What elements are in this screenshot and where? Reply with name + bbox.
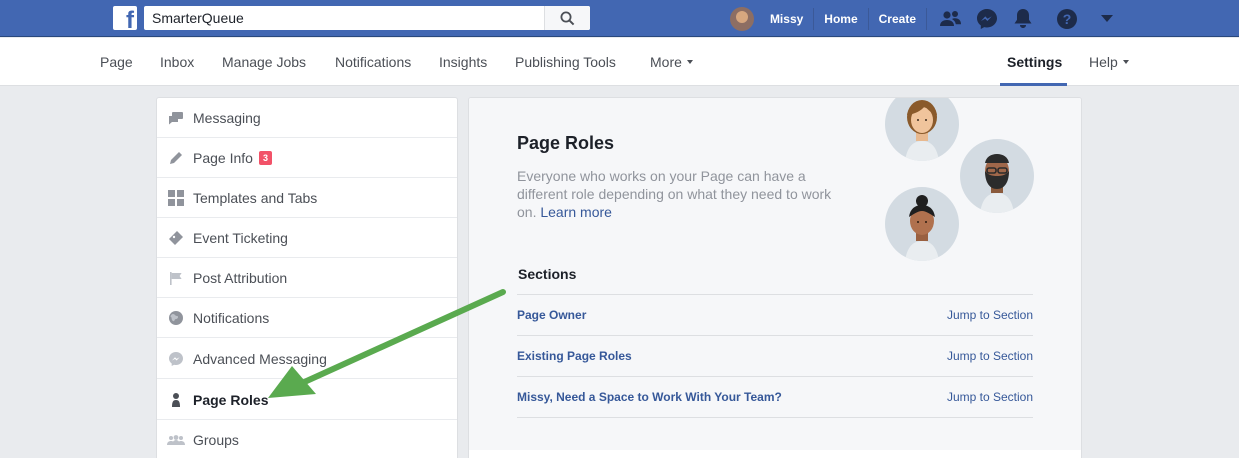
sidebar-item-templates-and-tabs[interactable]: Templates and Tabs <box>157 178 457 218</box>
bearded-man-avatar-illustration-icon <box>960 139 1034 213</box>
section-link-page-owner[interactable]: Page Owner <box>517 308 586 322</box>
svg-text:?: ? <box>1063 11 1072 27</box>
sidebar-item-label: Groups <box>193 432 239 448</box>
notifications-bell-icon[interactable] <box>1011 7 1035 31</box>
caret-down-icon <box>1122 60 1129 65</box>
grid-icon <box>167 189 185 207</box>
caret-down-icon <box>686 60 693 65</box>
tab-settings[interactable]: Settings <box>1007 38 1062 86</box>
sidebar-item-page-roles[interactable]: Page Roles <box>157 380 457 420</box>
notification-count-badge: 3 <box>258 150 272 165</box>
search-input[interactable]: SmarterQueue <box>144 6 544 30</box>
group-icon <box>167 431 185 449</box>
sidebar-item-label: Templates and Tabs <box>193 189 318 206</box>
sidebar-item-label: Notifications <box>193 309 270 326</box>
friend-requests-icon[interactable] <box>939 7 963 31</box>
jump-to-section-link[interactable]: Jump to Section <box>947 390 1033 404</box>
woman-bun-avatar-illustration-icon <box>885 187 959 261</box>
tab-publishing-tools[interactable]: Publishing Tools <box>515 38 616 86</box>
sidebar-item-label: Event Ticketing <box>193 229 288 246</box>
create-link[interactable]: Create <box>869 7 927 30</box>
avatar[interactable] <box>729 6 754 31</box>
page-tabs-bar: Page Inbox Manage Jobs Notifications Ins… <box>0 38 1239 86</box>
sidebar-item-post-attribution[interactable]: Post Attribution <box>157 258 457 298</box>
search-icon <box>560 11 575 25</box>
tab-help-label: Help <box>1089 54 1118 70</box>
search-button[interactable] <box>544 6 590 30</box>
messenger-icon[interactable] <box>975 7 999 31</box>
tab-page[interactable]: Page <box>100 38 133 86</box>
woman-avatar-illustration-icon <box>885 98 959 161</box>
sidebar-item-label: Post Attribution <box>193 269 288 286</box>
search-box: SmarterQueue <box>144 6 590 30</box>
tab-manage-jobs[interactable]: Manage Jobs <box>222 38 306 86</box>
messenger-icon <box>167 350 185 368</box>
sidebar-item-advanced-messaging[interactable]: Advanced Messaging <box>157 339 457 379</box>
page-roles-card: Page Roles Everyone who works on your Pa… <box>468 97 1082 458</box>
sidebar-item-label: Messaging <box>193 109 261 126</box>
learn-more-link[interactable]: Learn more <box>540 204 612 220</box>
tab-inbox[interactable]: Inbox <box>160 38 194 86</box>
tab-more[interactable]: More <box>650 38 693 86</box>
chat-icon <box>167 109 185 127</box>
page-roles-description: Everyone who works on your Page can have… <box>517 167 837 221</box>
page-title: Page Roles <box>517 133 615 153</box>
sidebar-item-label: Advanced Messaging <box>193 350 327 367</box>
flag-icon <box>167 269 185 287</box>
home-link[interactable]: Home <box>814 7 869 30</box>
sidebar-item-messaging[interactable]: Messaging <box>157 98 457 138</box>
jump-to-section-link[interactable]: Jump to Section <box>947 349 1033 363</box>
tab-notifications[interactable]: Notifications <box>335 38 411 86</box>
tab-more-label: More <box>650 54 682 70</box>
ticket-icon <box>167 229 185 247</box>
person-icon <box>167 391 185 409</box>
tab-help[interactable]: Help <box>1089 38 1129 86</box>
active-tab-underline <box>1000 83 1067 86</box>
sidebar-item-groups[interactable]: Groups <box>157 420 457 458</box>
sidebar-item-label: Page Info <box>193 149 253 166</box>
sidebar-item-label: Page Roles <box>193 391 269 408</box>
sections-heading: Sections <box>518 266 577 282</box>
page-roles-intro: Page Roles Everyone who works on your Pa… <box>469 98 1081 450</box>
section-row-team-space: Missy, Need a Space to Work With Your Te… <box>517 376 1033 417</box>
facebook-logo-icon[interactable]: f <box>113 6 137 33</box>
section-row-page-owner: Page Owner Jump to Section <box>517 294 1033 335</box>
profile-link[interactable]: Missy <box>760 7 815 30</box>
section-link-existing-page-roles[interactable]: Existing Page Roles <box>517 349 632 363</box>
top-right-actions: Missy Home Create ? <box>729 0 1239 37</box>
sections-divider <box>517 417 1033 418</box>
pencil-icon <box>167 149 185 167</box>
settings-sidebar: Messaging Page Info 3 Templates and Tabs… <box>156 97 458 458</box>
sidebar-item-page-info[interactable]: Page Info 3 <box>157 138 457 178</box>
help-icon[interactable]: ? <box>1055 7 1079 31</box>
tab-insights[interactable]: Insights <box>439 38 487 86</box>
section-row-existing-page-roles: Existing Page Roles Jump to Section <box>517 335 1033 376</box>
section-link-team-space[interactable]: Missy, Need a Space to Work With Your Te… <box>517 390 782 404</box>
sidebar-item-notifications[interactable]: Notifications <box>157 298 457 338</box>
globe-icon <box>167 309 185 327</box>
card-bottom <box>469 450 1081 458</box>
account-menu-chevron-down-icon[interactable] <box>1095 7 1119 31</box>
jump-to-section-link[interactable]: Jump to Section <box>947 308 1033 322</box>
sidebar-item-event-ticketing[interactable]: Event Ticketing <box>157 218 457 258</box>
top-navigation-bar: f SmarterQueue Missy Home Create ? <box>0 0 1239 37</box>
